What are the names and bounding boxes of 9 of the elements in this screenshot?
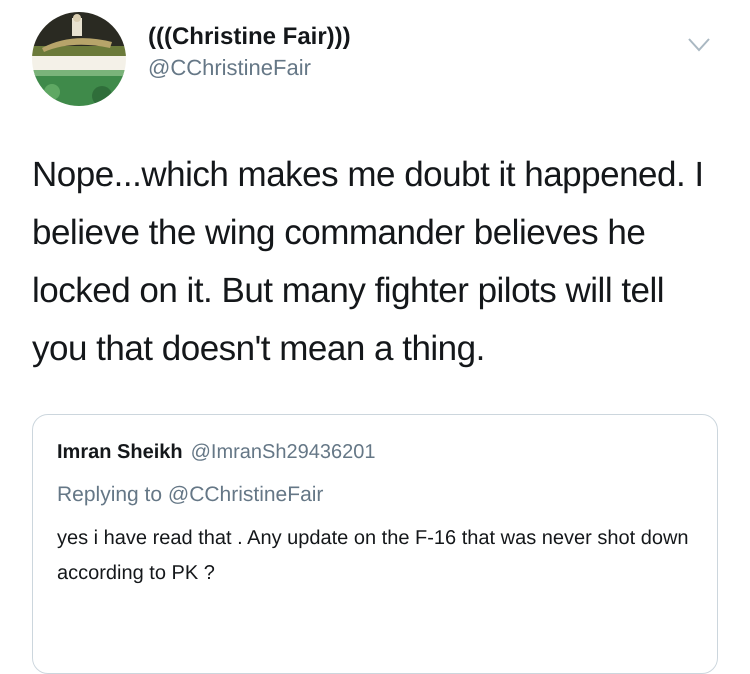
display-name: (((Christine Fair))): [148, 22, 351, 52]
quoted-tweet-text: yes i have read that . Any update on the F-16 that was never shot down according to PK ?: [57, 526, 690, 586]
quoted-display-name: Imran Sheikh: [57, 440, 183, 465]
user-handle: @CChristineFair: [148, 54, 312, 82]
quoted-user-handle: @ImranSh29436201: [190, 440, 376, 465]
chevron-down-icon[interactable]: [688, 38, 710, 52]
quoted-tweet-card[interactable]: Imran Sheikh @ImranSh29436201 Replying to @CChristineFair yes i have read that . Any update on the F-16 that was never shot down according to PK ?: [32, 414, 718, 674]
tweet-text: Nope...which makes me doubt it happened. I believe the wing commander believes he locked on it. But many fighter pilots will tell you that doesn't mean a thing.: [32, 154, 705, 370]
replying-to-text: Replying to @CChristineFair: [57, 482, 324, 508]
